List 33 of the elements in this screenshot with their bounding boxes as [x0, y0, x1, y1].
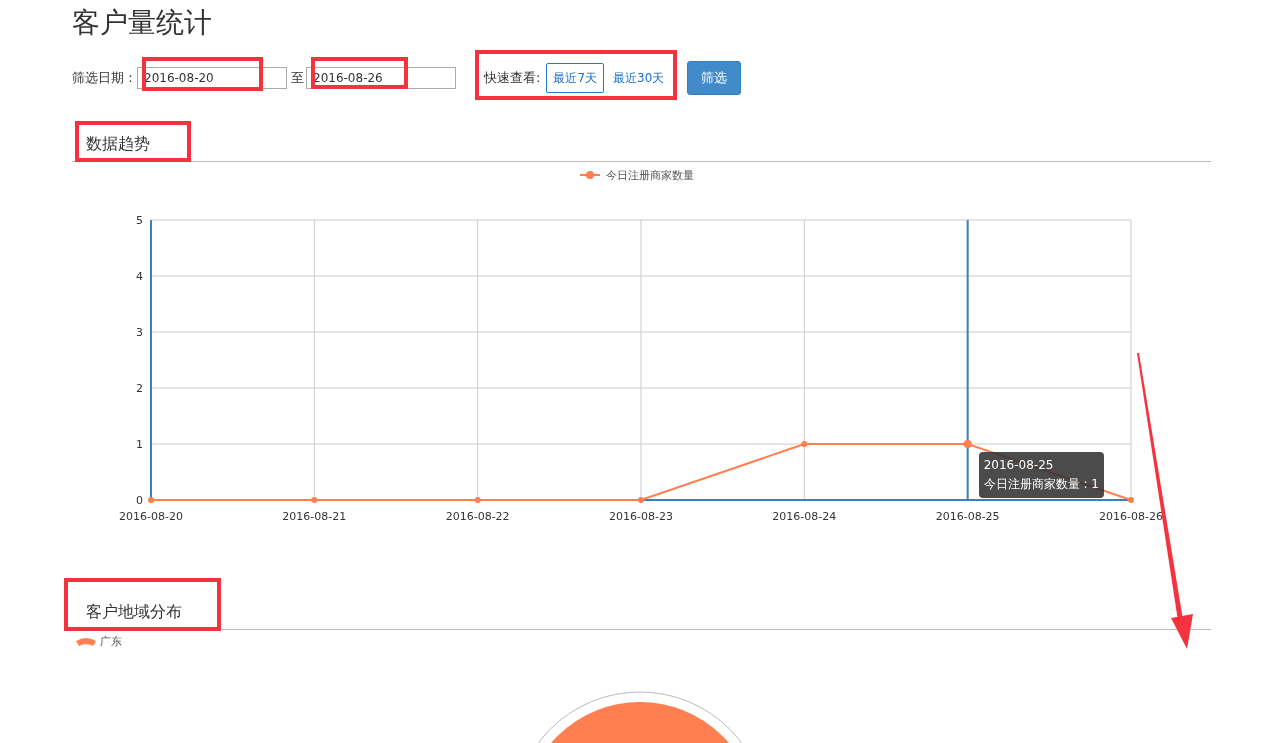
- data-point[interactable]: [638, 497, 644, 503]
- separator-label: 至: [291, 69, 304, 87]
- data-point[interactable]: [963, 440, 972, 448]
- filter-button[interactable]: 筛选: [687, 61, 742, 95]
- page-title: 客户量统计: [72, 5, 213, 41]
- y-tick-label: 3: [136, 326, 143, 339]
- y-tick-label: 2: [136, 382, 143, 395]
- legend-marker-icon[interactable]: [76, 637, 96, 646]
- x-tick-label: 2016-08-26: [1099, 510, 1163, 523]
- data-point[interactable]: [311, 497, 318, 503]
- x-tick-label: 2016-08-25: [935, 510, 1000, 523]
- section-title: 客户地域分布: [86, 602, 182, 621]
- section-title: 数据趋势: [86, 134, 150, 153]
- legend-label[interactable]: 今日注册商家数量: [606, 169, 694, 182]
- quick-range-button[interactable]: 最近7天: [546, 63, 605, 93]
- y-tick-label: 4: [136, 270, 143, 283]
- x-tick-label: 2016-08-21: [282, 510, 347, 523]
- chart-tooltip: 2016-08-25 今日注册商家数量 : 1: [978, 452, 1104, 498]
- data-point[interactable]: [1128, 497, 1134, 503]
- filter-date-label: 筛选日期：: [72, 69, 137, 87]
- x-tick-label: 2016-08-20: [119, 510, 183, 523]
- quick-view-label: 快速查看:: [484, 69, 541, 87]
- data-point[interactable]: [801, 441, 808, 447]
- data-point[interactable]: [148, 497, 154, 503]
- x-tick-label: 2016-08-22: [445, 510, 510, 523]
- data-point[interactable]: [474, 497, 481, 503]
- y-tick-label: 1: [136, 438, 143, 451]
- x-tick-label: 2016-08-23: [609, 510, 673, 523]
- x-tick-label: 2016-08-24: [772, 510, 837, 523]
- y-tick-label: 5: [136, 214, 143, 227]
- legend-label[interactable]: 广东: [100, 634, 122, 649]
- y-tick-label: 0: [136, 494, 143, 507]
- legend-marker-icon[interactable]: [579, 171, 601, 179]
